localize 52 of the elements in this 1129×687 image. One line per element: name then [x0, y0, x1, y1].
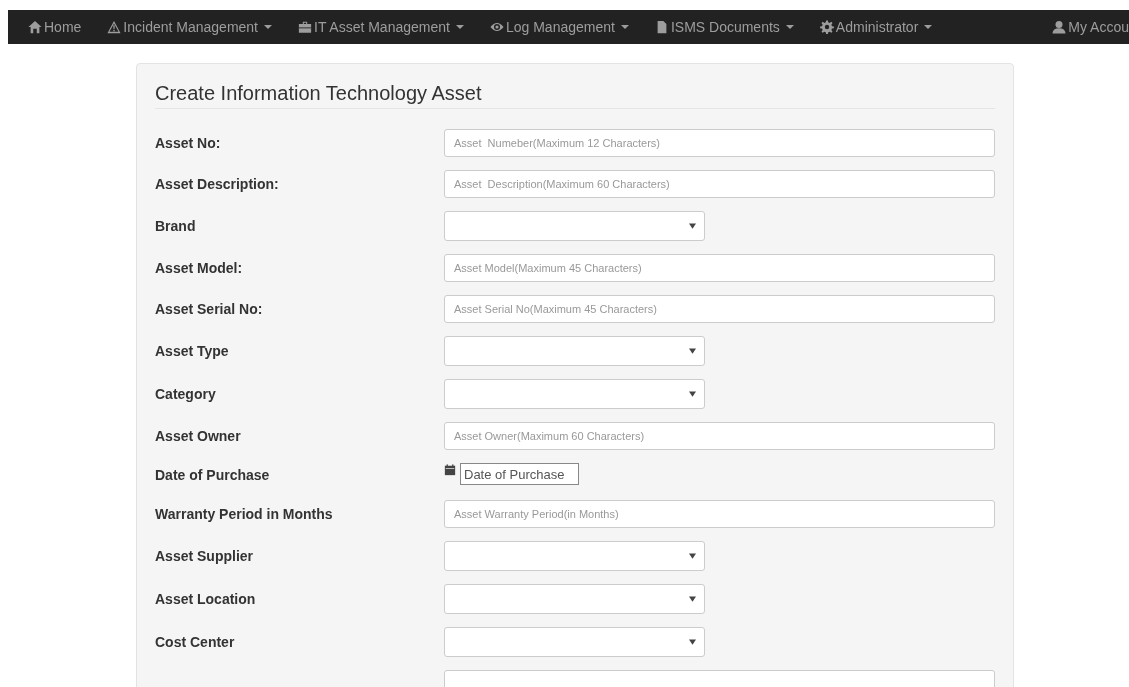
date-field[interactable]: Date of Purchase [460, 463, 579, 485]
caret-icon [264, 25, 272, 29]
select-field[interactable] [444, 379, 705, 409]
nav-menu-item[interactable]: ISMS Documents [654, 19, 794, 35]
input-field[interactable]: Asset Model(Maximum 45 Characters) [444, 254, 995, 282]
caret-icon [689, 639, 696, 645]
input-field[interactable]: Asset Serial No(Maximum 45 Characters) [444, 295, 995, 323]
gear-icon [819, 20, 834, 34]
field-label: Asset Owner [155, 428, 241, 444]
input-field[interactable]: Asset Owner(Maximum 60 Characters) [444, 422, 995, 450]
field-label: Brand [155, 218, 196, 234]
select-field[interactable] [444, 584, 705, 614]
select-field[interactable] [444, 336, 705, 366]
field-label: Asset Supplier [155, 548, 254, 564]
field-label: Cost Center [155, 634, 235, 650]
nav-menu-item[interactable]: Log Management [489, 19, 629, 35]
nav-menu-item[interactable]: Home [28, 19, 82, 35]
field-label: Category [155, 386, 216, 402]
field-label: Date of Purchase [155, 467, 270, 483]
field-label: Asset Model: [155, 260, 243, 276]
caret-icon [620, 25, 629, 29]
caret-icon [785, 25, 794, 29]
user-icon [1052, 20, 1067, 34]
caret-icon [689, 553, 696, 559]
nav-menu-item[interactable]: Incident Management [107, 19, 272, 35]
caret-icon [689, 391, 696, 397]
select-field[interactable] [444, 627, 705, 657]
field-label: Asset No: [155, 135, 221, 151]
briefcase-icon [298, 20, 312, 34]
select-field[interactable] [444, 541, 705, 571]
caret-icon [924, 25, 933, 29]
select-field[interactable] [444, 211, 705, 241]
eye-icon [489, 20, 504, 34]
caret-icon [455, 25, 464, 29]
field-label: Warranty Period in Months [155, 506, 333, 522]
form-title: Create Information Technology Asset [155, 82, 995, 109]
field-label: Asset Location [155, 591, 256, 607]
input-field[interactable]: Asset Warranty Period(in Months) [444, 500, 995, 528]
caret-icon [689, 596, 696, 602]
calendar-icon [444, 464, 456, 476]
warning-icon [107, 20, 122, 34]
nav-menu-item[interactable]: IT Asset Management [298, 19, 464, 35]
field-label: Asset Type [155, 343, 229, 359]
input-field[interactable]: Asset Numeber(Maximum 12 Characters) [444, 129, 995, 157]
home-icon [28, 20, 42, 34]
caret-icon [689, 223, 696, 229]
field-label: Asset Description: [155, 176, 279, 192]
caret-icon [689, 348, 696, 354]
account-menu-item[interactable]: My Accou [1052, 19, 1129, 35]
input-field[interactable]: Asset Description(Maximum 60 Characters) [444, 170, 995, 198]
nav-menu-item[interactable]: Administrator [819, 19, 933, 35]
field-label: Asset Serial No: [155, 301, 263, 317]
